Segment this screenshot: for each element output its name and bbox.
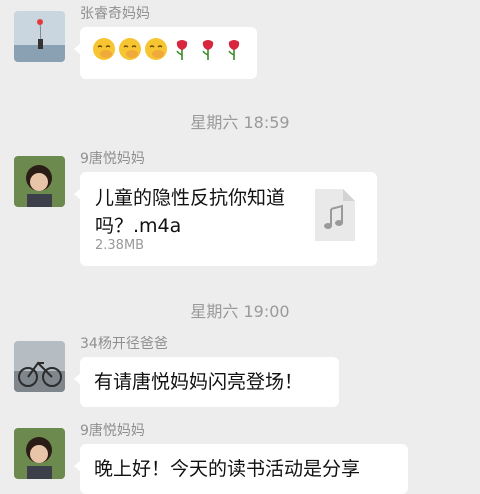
- timestamp: 星期六 19:00: [190, 302, 290, 321]
- sender-name: 张睿奇妈妈: [80, 6, 150, 22]
- rose-icon: [222, 37, 246, 61]
- timestamp: 星期六 18:59: [190, 113, 290, 132]
- music-note-icon: [315, 189, 355, 241]
- rose-icon: [170, 37, 194, 61]
- file-name: 儿童的隐性反抗你知道吗？.m4a: [95, 187, 286, 237]
- sender-name: 9唐悦妈妈: [80, 151, 145, 167]
- avatar[interactable]: [14, 156, 65, 207]
- rose-icon: [196, 37, 220, 61]
- file-message-bubble[interactable]: 儿童的隐性反抗你知道吗？.m4a 2.38MB: [74, 172, 377, 266]
- face-with-hand-over-mouth-icon: [144, 37, 168, 61]
- avatar[interactable]: [14, 341, 65, 392]
- message-bubble[interactable]: 有请唐悦妈妈闪亮登场！: [74, 357, 339, 407]
- sender-name: 34杨开径爸爸: [80, 336, 168, 352]
- message-bubble[interactable]: 晚上好！今天的读书活动是分享: [74, 444, 408, 494]
- face-with-hand-over-mouth-icon: [92, 37, 116, 61]
- avatar[interactable]: [14, 11, 65, 62]
- sender-name: 9唐悦妈妈: [80, 423, 145, 439]
- message-text: 有请唐悦妈妈闪亮登场！: [94, 371, 304, 393]
- face-with-hand-over-mouth-icon: [118, 37, 142, 61]
- avatar[interactable]: [14, 428, 65, 479]
- message-text: 晚上好！今天的读书活动是分享: [94, 458, 361, 480]
- message-bubble[interactable]: [74, 27, 257, 79]
- file-size: 2.38MB: [95, 238, 145, 253]
